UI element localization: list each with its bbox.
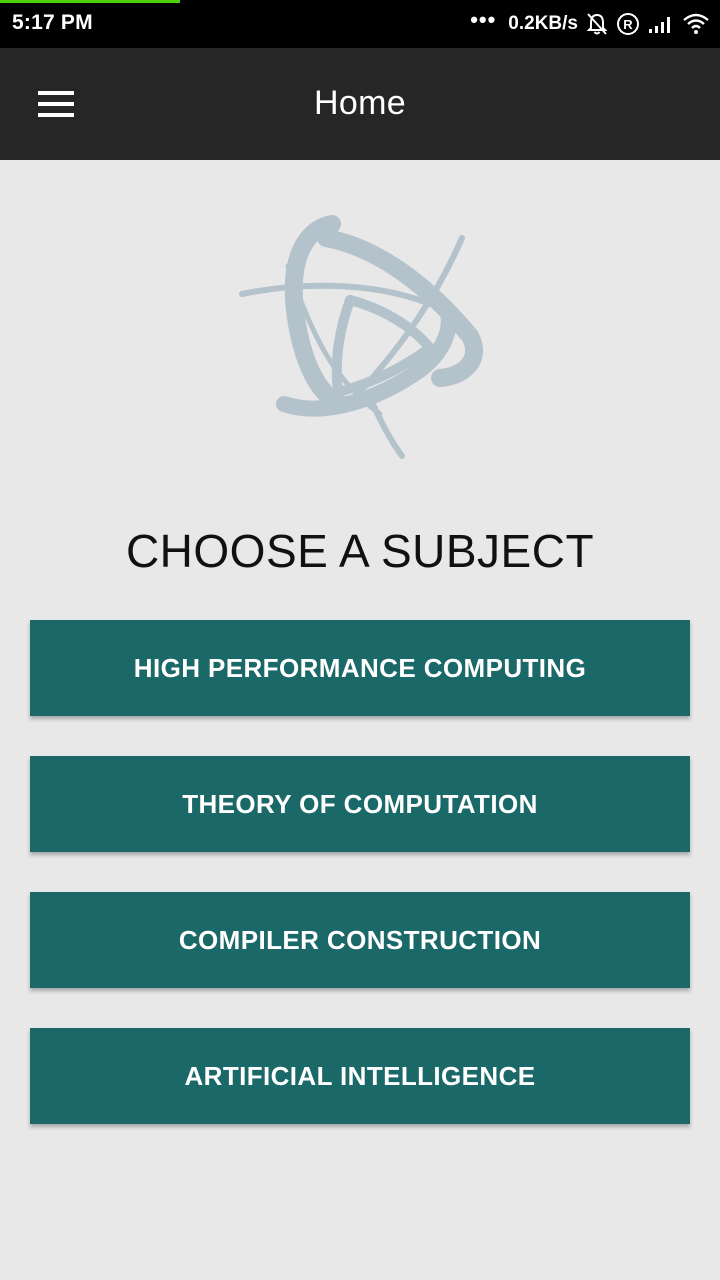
wifi-icon — [682, 13, 710, 35]
subject-button-compiler-construction[interactable]: COMPILER CONSTRUCTION — [30, 892, 690, 988]
subject-button-theory-of-computation[interactable]: THEORY OF COMPUTATION — [30, 756, 690, 852]
more-notifications-icon: ••• — [470, 7, 497, 32]
subject-button-artificial-intelligence[interactable]: ARTIFICIAL INTELLIGENCE — [30, 1028, 690, 1124]
subject-button-high-performance-computing[interactable]: HIGH PERFORMANCE COMPUTING — [30, 620, 690, 716]
page-load-progress — [0, 0, 180, 3]
bell-off-icon — [586, 12, 608, 36]
choose-subject-heading: CHOOSE A SUBJECT — [125, 525, 595, 577]
signal-icon — [648, 14, 674, 34]
registered-icon: R — [616, 12, 640, 36]
page-title: Home — [314, 84, 406, 122]
atom-star-logo — [230, 208, 490, 468]
subject-list: HIGH PERFORMANCE COMPUTING THEORY OF COM… — [30, 620, 690, 1164]
status-icons: ••• 0.2KB/s R — [470, 8, 710, 40]
app-bar: Home — [0, 48, 720, 160]
status-bar: 5:17 PM ••• 0.2KB/s R — [0, 0, 720, 48]
network-speed: 0.2KB/s — [508, 13, 578, 34]
status-time: 5:17 PM — [12, 11, 93, 34]
svg-text:R: R — [623, 17, 633, 32]
